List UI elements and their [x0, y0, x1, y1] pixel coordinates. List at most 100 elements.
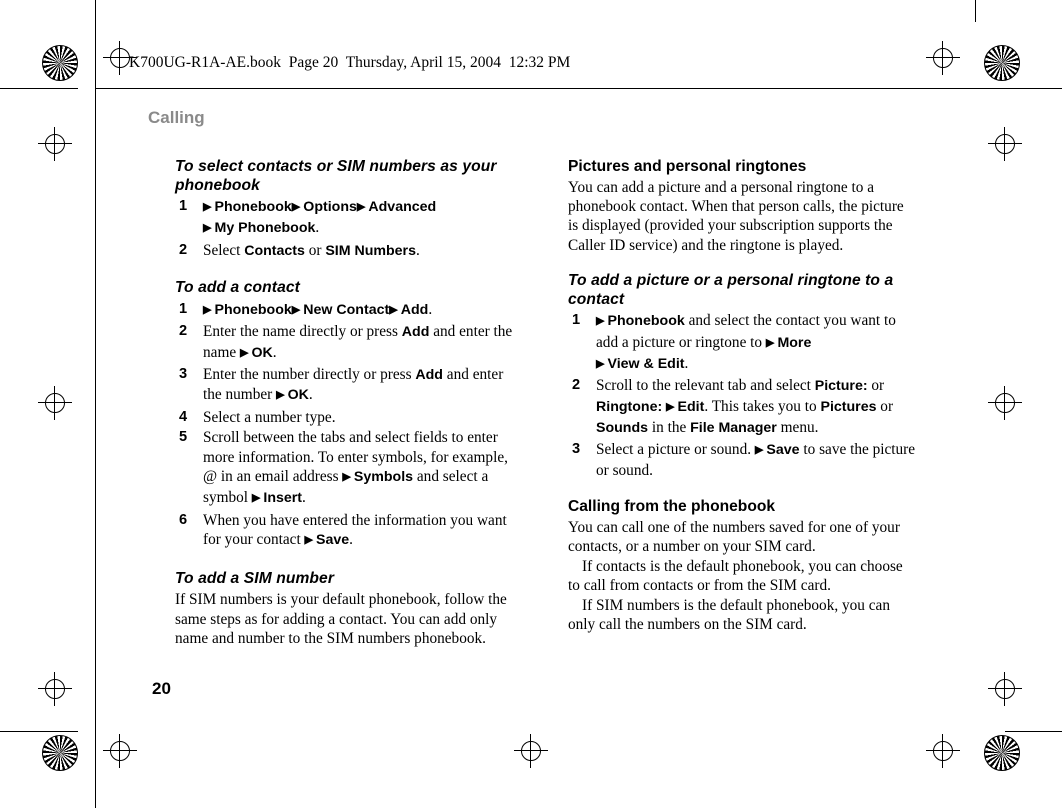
- arrow-icon: ▶: [203, 222, 215, 235]
- steps-add-contact: 1 ▶ Phonebook▶ New Contact▶ Add. 2 Enter th…: [175, 300, 523, 552]
- step-text: .: [315, 219, 320, 237]
- step-number: 1: [179, 300, 188, 317]
- ui-term: Ringtone:: [596, 398, 663, 415]
- arrow-icon: ▶: [356, 201, 369, 213]
- step-text: . This takes you to: [704, 397, 821, 415]
- step-text: .: [415, 241, 420, 259]
- right-column: Pictures and personal ringtones You can …: [568, 158, 916, 634]
- arrow-icon: ▶: [291, 201, 304, 213]
- ui-term: Contacts: [244, 242, 305, 259]
- paragraphs-calling-from-phonebook: You can call one of the numbers saved fo…: [568, 518, 916, 634]
- file-header-text: K700UG-R1A-AE.book Page 20 Thursday, Apr…: [129, 54, 571, 71]
- step-text: Select a number type.: [203, 408, 336, 426]
- crop-line-left-vertical-bottom: [95, 788, 96, 808]
- ui-term: Edit: [677, 398, 705, 415]
- step-text: Select: [203, 241, 245, 259]
- ui-term: Save: [316, 532, 350, 549]
- arrow-icon: ▶: [203, 201, 215, 213]
- step-text: Scroll to the relevant tab and select: [596, 377, 815, 395]
- step-text: .: [684, 354, 689, 372]
- ui-term: Insert: [263, 490, 303, 507]
- page-left-border: [95, 20, 96, 790]
- ui-term: Add: [401, 324, 430, 341]
- step-number: 2: [179, 241, 188, 258]
- step-text: or: [867, 377, 885, 395]
- step-item: 5 Scroll between the tabs and select fiel…: [175, 428, 523, 510]
- starburst-mark-bottom-left: [42, 735, 78, 771]
- step-number: 1: [179, 198, 188, 214]
- step-item: 6 When you have entered the information y…: [175, 511, 523, 552]
- ui-term: Phonebook: [214, 199, 292, 215]
- ui-term: Options: [303, 199, 357, 215]
- step-item: 1 ▶ Phonebook▶ Options▶ Advanced ▶ My Phon…: [175, 197, 523, 240]
- ui-term: New Contact: [303, 301, 390, 318]
- header-separator-rule: [95, 88, 1062, 89]
- paragraph: You can call one of the numbers saved fo…: [568, 518, 900, 556]
- step-item: 2 Scroll to the relevant tab and select P…: [568, 376, 916, 438]
- registration-mark-left-lower: [38, 672, 72, 706]
- arrow-icon: ▶: [596, 357, 608, 370]
- step-text: .: [308, 386, 313, 404]
- ui-term: Advanced: [368, 199, 437, 215]
- step-text: in the: [648, 419, 691, 437]
- step-text: .: [272, 343, 277, 361]
- step-item: 3 Select a picture or sound. ▶ Save to sa…: [568, 440, 916, 481]
- arrow-icon: ▶: [239, 346, 252, 359]
- step-text: Enter the name directly or press: [203, 323, 402, 341]
- ui-term: File Manager: [690, 420, 777, 437]
- step-number: 2: [572, 377, 581, 394]
- steps-select-contacts: 1 ▶ Phonebook▶ Options▶ Advanced ▶ My Phon…: [175, 197, 523, 261]
- step-text: Enter the number directly or press: [203, 365, 416, 383]
- crop-line-right-vertical: [975, 0, 976, 22]
- arrow-icon: ▶: [276, 389, 288, 402]
- paragraph: If contacts is the default phonebook, yo…: [568, 557, 903, 595]
- registration-mark-right-upper: [988, 127, 1022, 161]
- step-text: menu.: [776, 419, 819, 437]
- step-item: 4 Select a number type.: [175, 408, 523, 427]
- step-item: 2 Enter the name directly or press Add an…: [175, 322, 523, 364]
- step-item: 1 ▶ Phonebook▶ New Contact▶ Add.: [175, 300, 523, 321]
- registration-mark-left-upper: [38, 127, 72, 161]
- ui-term: My Phonebook: [214, 220, 316, 237]
- arrow-icon: ▶: [304, 534, 317, 547]
- page-number: 20: [152, 679, 171, 698]
- document-page: K700UG-R1A-AE.book Page 20 Thursday, Apr…: [0, 0, 1062, 808]
- arrow-icon: ▶: [342, 470, 354, 483]
- step-text: Select a picture or sound.: [596, 440, 755, 458]
- ui-term: Symbols: [353, 468, 414, 485]
- step-text: .: [349, 531, 353, 549]
- step-text: or: [304, 241, 326, 259]
- arrow-icon: ▶: [251, 492, 264, 505]
- registration-mark-right-lower: [988, 672, 1022, 706]
- section-heading-pictures-ringtones: Pictures and personal ringtones: [568, 158, 807, 175]
- step-number: 3: [179, 365, 188, 382]
- step-number: 2: [179, 323, 188, 340]
- arrow-icon: ▶: [666, 400, 678, 413]
- ui-term: OK: [287, 387, 309, 404]
- ui-term: Add: [415, 366, 443, 383]
- ui-term: Pictures: [820, 398, 877, 415]
- ui-term: View & Edit: [607, 355, 685, 372]
- ui-term: SIM Numbers: [325, 242, 416, 259]
- ui-term: OK: [251, 344, 273, 361]
- step-text: When you have entered the information yo…: [203, 511, 507, 549]
- ui-term: Sounds: [596, 420, 649, 437]
- paragraph-pictures-ringtones: You can add a picture and a personal rin…: [568, 178, 904, 254]
- crop-line-bottom-left: [0, 731, 78, 732]
- ui-term: Add: [400, 301, 429, 318]
- step-item: 2 Select Contacts or SIM Numbers.: [175, 241, 523, 261]
- arrow-icon: ▶: [754, 443, 767, 456]
- step-number: 5: [179, 429, 188, 446]
- step-text: or: [876, 397, 894, 415]
- section-heading-calling-from-phonebook: Calling from the phonebook: [568, 498, 776, 516]
- starburst-mark-bottom-right: [984, 735, 1020, 771]
- ui-term: Save: [766, 441, 800, 458]
- section-heading-add-contact: To add a contact: [175, 279, 300, 297]
- arrow-icon: ▶: [765, 336, 778, 349]
- registration-mark-left-middle: [38, 386, 72, 420]
- section-heading-add-picture-ringtone: To add a picture or a personal ringtone …: [568, 272, 894, 308]
- step-number: 6: [179, 511, 188, 528]
- paragraph-add-sim-number: If SIM numbers is your default phonebook…: [175, 591, 507, 647]
- ui-term: Phonebook: [607, 313, 685, 330]
- file-header: K700UG-R1A-AE.book Page 20 Thursday, Apr…: [95, 48, 965, 78]
